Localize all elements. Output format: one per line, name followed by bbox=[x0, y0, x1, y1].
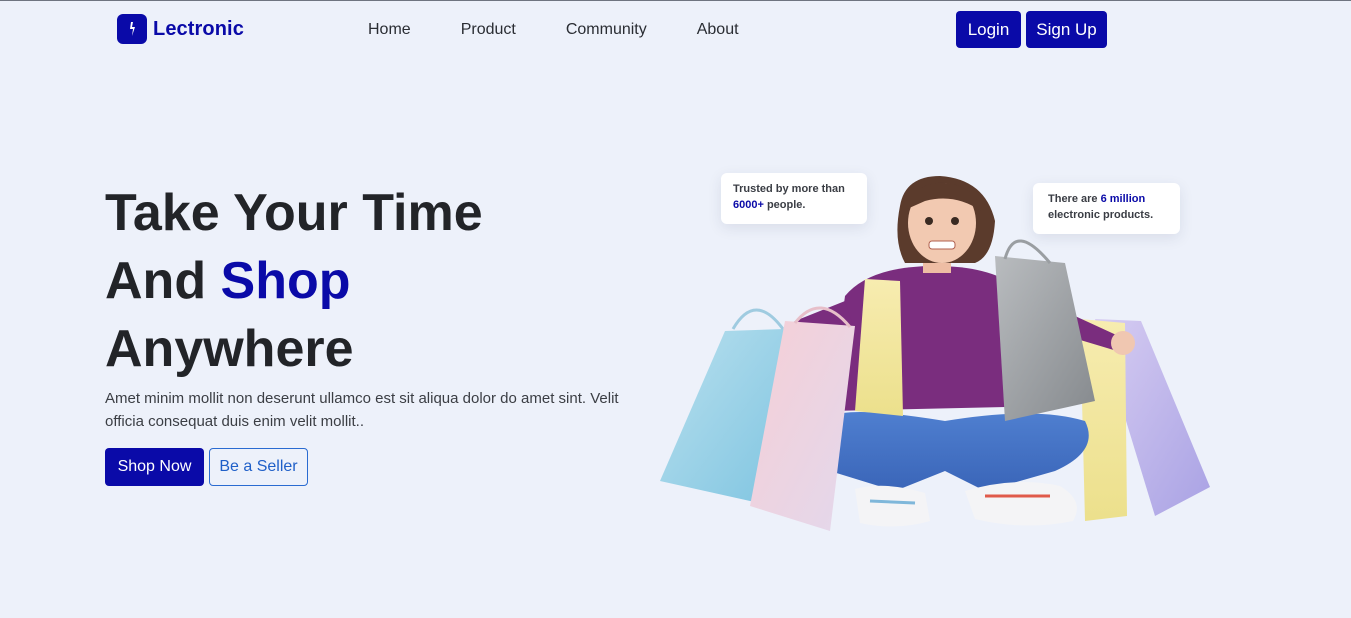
trusted-prefix: Trusted by more than bbox=[733, 183, 845, 195]
brand-name: Lectronic bbox=[153, 17, 244, 40]
trusted-count: 6000+ bbox=[733, 199, 764, 211]
hero-description: Amet minim mollit non deserunt ullamco e… bbox=[105, 390, 619, 430]
brand-logo[interactable]: Lectronic bbox=[117, 14, 244, 44]
nav-link-product[interactable]: Product bbox=[461, 21, 516, 39]
hero-title-accent: Shop bbox=[220, 252, 351, 310]
nav-link-community[interactable]: Community bbox=[566, 21, 647, 39]
trusted-card: Trusted by more than 6000+ people. bbox=[721, 173, 867, 224]
login-button[interactable]: Login bbox=[956, 11, 1021, 48]
products-prefix: There are bbox=[1048, 193, 1101, 205]
nav-links: Home Product Community About bbox=[368, 21, 789, 39]
hero-title: Take Your Time And Shop Anywhere bbox=[105, 179, 483, 383]
trusted-suffix: people. bbox=[763, 199, 806, 211]
be-a-seller-button[interactable]: Be a Seller bbox=[209, 448, 308, 486]
nav-link-home[interactable]: Home bbox=[368, 21, 411, 39]
products-count: 6 million bbox=[1100, 193, 1146, 205]
hero-title-line3: Anywhere bbox=[105, 320, 354, 378]
products-suffix: electronic products. bbox=[1048, 209, 1154, 221]
top-navbar: Lectronic Home Product Community About L… bbox=[0, 1, 1351, 61]
hero-title-line2-prefix: And bbox=[105, 252, 221, 310]
products-card: There are 6 million electronic products. bbox=[1033, 183, 1180, 234]
nav-link-about[interactable]: About bbox=[697, 21, 739, 39]
hero-title-line1: Take Your Time bbox=[105, 184, 483, 242]
lightning-bolt-icon bbox=[117, 14, 147, 44]
signup-button[interactable]: Sign Up bbox=[1026, 11, 1107, 48]
shop-now-button[interactable]: Shop Now bbox=[105, 448, 204, 486]
